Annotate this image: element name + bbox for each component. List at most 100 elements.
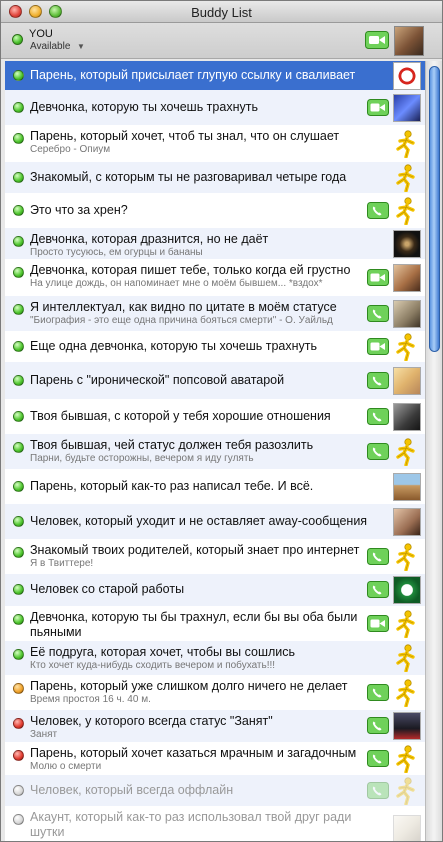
status-offline-icon bbox=[13, 785, 24, 796]
status-busy-icon bbox=[13, 750, 24, 761]
buddy-list-window: Buddy List YOU Available ▼ Парень, котор… bbox=[0, 0, 443, 842]
buddy-row[interactable]: Девчонка, которую ты бы трахнул, если бы… bbox=[5, 606, 425, 641]
buddy-row[interactable]: Человек, который всегда оффлайн bbox=[5, 775, 425, 806]
buddy-name: Человек, у которого всегда статус "Занят… bbox=[30, 714, 273, 728]
buddy-row[interactable]: Парень, который как-то раз написал тебе.… bbox=[5, 469, 425, 504]
buddy-status-message: Серебро - Опиум bbox=[30, 144, 111, 155]
buddy-row[interactable]: Парень, который уже слишком долго ничего… bbox=[5, 675, 425, 710]
my-avatar[interactable] bbox=[394, 26, 424, 56]
buddy-status-message: Занят bbox=[30, 729, 58, 740]
status-available-icon bbox=[13, 442, 24, 453]
phone-icon[interactable] bbox=[367, 717, 389, 739]
phone-icon[interactable] bbox=[367, 782, 389, 804]
phone-icon[interactable] bbox=[367, 202, 389, 224]
aim-running-man-icon bbox=[393, 644, 421, 673]
phone-icon[interactable] bbox=[367, 408, 389, 430]
buddy-row[interactable]: Твоя бывшая, с которой у тебя хорошие от… bbox=[5, 399, 425, 434]
status-available-icon bbox=[13, 516, 24, 527]
chevron-down-icon[interactable]: ▼ bbox=[77, 42, 85, 51]
phone-icon[interactable] bbox=[367, 581, 389, 603]
buddy-row[interactable]: Её подруга, которая хочет, чтобы вы сошл… bbox=[5, 641, 425, 675]
buddy-row[interactable]: Твоя бывшая, чей статус должен тебя разо… bbox=[5, 434, 425, 469]
buddy-row[interactable]: Девчонка, которую ты хочешь трахнуть bbox=[5, 90, 425, 125]
phone-icon[interactable] bbox=[367, 305, 389, 327]
video-camera-icon[interactable] bbox=[367, 99, 389, 121]
aim-running-man-icon bbox=[393, 610, 421, 639]
buddy-row[interactable]: Парень с "иронической" попсовой аватарой bbox=[5, 362, 425, 399]
buddy-status-message: "Биография - это еще одна причина боятьс… bbox=[30, 315, 333, 326]
buddy-row[interactable]: Это что за хрен? bbox=[5, 193, 425, 228]
window-title: Buddy List bbox=[191, 5, 252, 20]
phone-icon[interactable] bbox=[367, 750, 389, 772]
buddy-name: Девчонка, которая пишет тебе, только ког… bbox=[30, 263, 351, 277]
status-available-icon bbox=[13, 375, 24, 386]
buddy-row[interactable]: Парень, который хочет, чтоб ты знал, что… bbox=[5, 125, 425, 162]
buddy-name: Твоя бывшая, чей статус должен тебя разо… bbox=[30, 438, 314, 452]
buddy-name: Её подруга, которая хочет, чтобы вы сошл… bbox=[30, 645, 296, 659]
aim-running-man-icon bbox=[393, 164, 421, 193]
buddy-avatar bbox=[393, 62, 421, 90]
buddy-name: Парень, который хочет казаться мрачным и… bbox=[30, 746, 357, 760]
buddy-status-message: Я в Твиттере! bbox=[30, 558, 94, 569]
buddy-avatar bbox=[393, 508, 421, 536]
buddy-avatar bbox=[393, 230, 421, 258]
scrollbar[interactable] bbox=[425, 61, 442, 841]
status-available-icon bbox=[13, 481, 24, 492]
phone-icon[interactable] bbox=[367, 684, 389, 706]
video-camera-icon[interactable] bbox=[367, 269, 389, 291]
buddy-name: Еще одна девчонка, которую ты хочешь тра… bbox=[30, 339, 317, 353]
buddy-avatar bbox=[393, 473, 421, 501]
titlebar[interactable]: Buddy List bbox=[1, 1, 442, 23]
buddy-name: Парень с "иронической" попсовой аватарой bbox=[30, 373, 285, 387]
status-available-icon bbox=[13, 205, 24, 216]
buddy-status-message: Время простоя 16 ч. 40 м. bbox=[30, 694, 151, 705]
phone-icon[interactable] bbox=[367, 548, 389, 570]
my-screen-name: YOU bbox=[29, 28, 53, 40]
buddy-row[interactable]: Человек, у которого всегда статус "Занят… bbox=[5, 710, 425, 742]
status-available-icon bbox=[13, 133, 24, 144]
buddy-name: Парень, который как-то раз написал тебе.… bbox=[30, 479, 314, 493]
my-status-menu[interactable]: Available bbox=[30, 41, 70, 52]
buddy-name: Знакомый твоих родителей, который знает … bbox=[30, 543, 360, 557]
buddy-row[interactable]: Акаунт, который как-то раз использовал т… bbox=[5, 806, 425, 841]
buddy-row[interactable]: Человек, который уходит и не оставляет a… bbox=[5, 504, 425, 539]
status-available-icon bbox=[13, 547, 24, 558]
buddy-row[interactable]: Парень, который хочет казаться мрачным и… bbox=[5, 742, 425, 775]
buddy-row[interactable]: Девчонка, которая дразнится, но не даёт П… bbox=[5, 228, 425, 259]
aim-running-man-icon bbox=[393, 130, 421, 159]
buddy-name: Человек, который всегда оффлайн bbox=[30, 783, 234, 797]
buddy-row[interactable]: Знакомый твоих родителей, который знает … bbox=[5, 539, 425, 574]
video-camera-icon[interactable] bbox=[365, 31, 389, 54]
buddy-row[interactable]: Девчонка, которая пишет тебе, только ког… bbox=[5, 259, 425, 296]
buddy-row[interactable]: Знакомый, с которым ты не разговаривал ч… bbox=[5, 162, 425, 193]
buddy-name: Девчонка, которая дразнится, но не даёт bbox=[30, 232, 269, 246]
buddy-name: Знакомый, с которым ты не разговаривал ч… bbox=[30, 170, 347, 184]
buddy-name: Акаунт, который как-то раз использовал т… bbox=[30, 810, 352, 839]
status-available-icon bbox=[13, 236, 24, 247]
my-status-dot bbox=[12, 34, 23, 45]
buddy-row[interactable]: Человек со старой работы bbox=[5, 574, 425, 606]
buddy-name: Парень, который присылает глупую ссылку … bbox=[30, 68, 356, 82]
buddy-list: Парень, который присылает глупую ссылку … bbox=[5, 61, 425, 841]
aim-running-man-icon bbox=[393, 543, 421, 572]
buddy-status-message: На улице дождь, он напоминает мне о моём… bbox=[30, 278, 323, 289]
my-status-header: YOU Available ▼ bbox=[1, 23, 442, 59]
aim-running-man-icon bbox=[393, 333, 421, 362]
buddy-name: Девчонка, которую ты бы трахнул, если бы… bbox=[30, 610, 358, 639]
buddy-avatar bbox=[393, 94, 421, 122]
buddy-row[interactable]: Еще одна девчонка, которую ты хочешь тра… bbox=[5, 331, 425, 362]
phone-icon[interactable] bbox=[367, 372, 389, 394]
status-available-icon bbox=[13, 584, 24, 595]
buddy-row[interactable]: Я интеллектуал, как видно по цитате в мо… bbox=[5, 296, 425, 331]
aim-running-man-icon bbox=[393, 438, 421, 467]
buddy-avatar bbox=[393, 576, 421, 604]
status-available-icon bbox=[13, 411, 24, 422]
status-busy-icon bbox=[13, 718, 24, 729]
buddy-row[interactable]: Парень, который присылает глупую ссылку … bbox=[5, 61, 425, 90]
buddy-status-message: Кто хочет куда-нибудь сходить вечером и … bbox=[30, 660, 276, 671]
phone-icon[interactable] bbox=[367, 443, 389, 465]
buddy-name: Это что за хрен? bbox=[30, 203, 128, 217]
video-camera-icon[interactable] bbox=[367, 338, 389, 360]
scrollbar-thumb[interactable] bbox=[429, 66, 440, 352]
video-camera-icon[interactable] bbox=[367, 615, 389, 637]
